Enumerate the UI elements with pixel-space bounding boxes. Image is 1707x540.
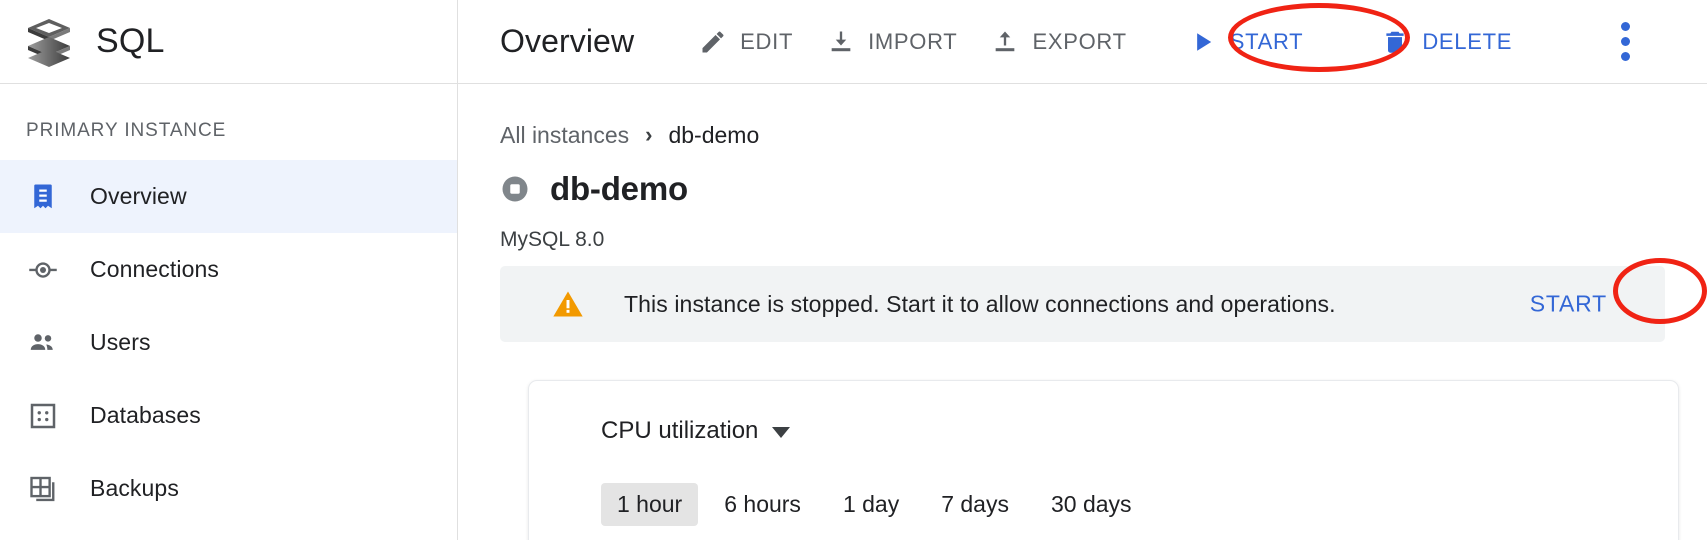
- breadcrumb-all-instances[interactable]: All instances: [500, 122, 629, 149]
- sidebar-item-label: Connections: [90, 256, 219, 282]
- chevron-down-caret-icon: [772, 427, 791, 438]
- sidebar-item-label: Overview: [90, 183, 187, 209]
- export-label: EXPORT: [1032, 28, 1127, 54]
- delete-label: DELETE: [1422, 28, 1513, 54]
- instance-engine-version: MySQL 8.0: [500, 228, 605, 251]
- kebab-dot: [1620, 52, 1630, 61]
- sidebar-item-backups[interactable]: Backups: [0, 452, 457, 525]
- sidebar: SQL PRIMARY INSTANCE Overview Connection…: [0, 0, 458, 540]
- sidebar-item-label: Backups: [90, 475, 179, 501]
- overview-document-icon: [26, 180, 60, 214]
- import-button[interactable]: IMPORT: [810, 14, 974, 70]
- cpu-utilization-card: CPU utilization 1 hour 6 hours 1 day 7 d…: [528, 380, 1679, 540]
- instance-name: db-demo: [550, 170, 688, 207]
- sidebar-item-overview[interactable]: Overview: [0, 160, 457, 233]
- brand-title: SQL: [96, 22, 165, 60]
- connections-node-icon: [26, 253, 60, 287]
- edit-label: EDIT: [740, 28, 794, 54]
- start-button[interactable]: START: [1172, 14, 1321, 70]
- brand-header: SQL: [0, 0, 457, 84]
- import-label: IMPORT: [868, 28, 958, 54]
- kebab-dot: [1620, 37, 1630, 46]
- pencil-icon: [702, 31, 724, 52]
- page-title: Overview: [500, 23, 635, 59]
- database-stack-icon: [28, 18, 70, 67]
- range-tab-7-days[interactable]: 7 days: [925, 483, 1025, 526]
- banner-start-button[interactable]: START: [1518, 283, 1619, 326]
- main-panel: Overview EDIT IMPORT EXPORT START DELETE: [458, 0, 1707, 540]
- breadcrumb-separator-icon: ›: [645, 122, 653, 147]
- stopped-instance-banner: This instance is stopped. Start it to al…: [500, 266, 1665, 342]
- start-label: START: [1229, 28, 1304, 54]
- users-people-icon: [26, 326, 60, 360]
- sidebar-section-heading: PRIMARY INSTANCE: [26, 120, 227, 141]
- edit-button[interactable]: EDIT: [682, 14, 810, 70]
- range-tab-1-hour[interactable]: 1 hour: [601, 483, 699, 526]
- export-button[interactable]: EXPORT: [974, 14, 1143, 70]
- sql-instance-overview-page: SQL PRIMARY INSTANCE Overview Connection…: [0, 0, 1707, 540]
- range-tab-6-hours[interactable]: 6 hours: [708, 483, 817, 526]
- kebab-dot: [1620, 22, 1630, 31]
- stopped-square-icon: [502, 176, 528, 202]
- range-tab-1-day[interactable]: 1 day: [827, 483, 915, 526]
- card-title: CPU utilization: [601, 417, 759, 444]
- instance-header: db-demo: [500, 166, 1707, 212]
- backups-copy-icon: [26, 472, 60, 506]
- delete-button[interactable]: DELETE: [1364, 14, 1529, 70]
- play-triangle-icon: [1196, 32, 1211, 51]
- sidebar-item-label: Users: [90, 329, 151, 355]
- trash-icon: [1386, 31, 1404, 53]
- import-download-icon: [831, 31, 851, 51]
- banner-message: This instance is stopped. Start it to al…: [624, 290, 1336, 317]
- sidebar-item-users[interactable]: Users: [0, 306, 457, 379]
- breadcrumb-current: db-demo: [668, 121, 760, 148]
- more-vert-kebab-icon[interactable]: [1605, 19, 1645, 65]
- breadcrumb: All instances › db-demo: [500, 120, 1707, 150]
- databases-grid-icon: [26, 399, 60, 433]
- sidebar-item-label: Databases: [90, 402, 201, 428]
- sidebar-item-databases[interactable]: Databases: [0, 379, 457, 452]
- export-upload-icon: [996, 31, 1015, 51]
- warning-triangle-icon: [553, 291, 583, 317]
- sidebar-item-connections[interactable]: Connections: [0, 233, 457, 306]
- metric-selector-dropdown[interactable]: CPU utilization: [601, 417, 791, 445]
- content-area: All instances › db-demo db-demo MySQL 8.…: [458, 84, 1707, 540]
- range-tab-30-days[interactable]: 30 days: [1035, 483, 1148, 526]
- toolbar: Overview EDIT IMPORT EXPORT START DELETE: [458, 0, 1707, 84]
- time-range-tabs: 1 hour 6 hours 1 day 7 days 30 days: [601, 483, 1678, 526]
